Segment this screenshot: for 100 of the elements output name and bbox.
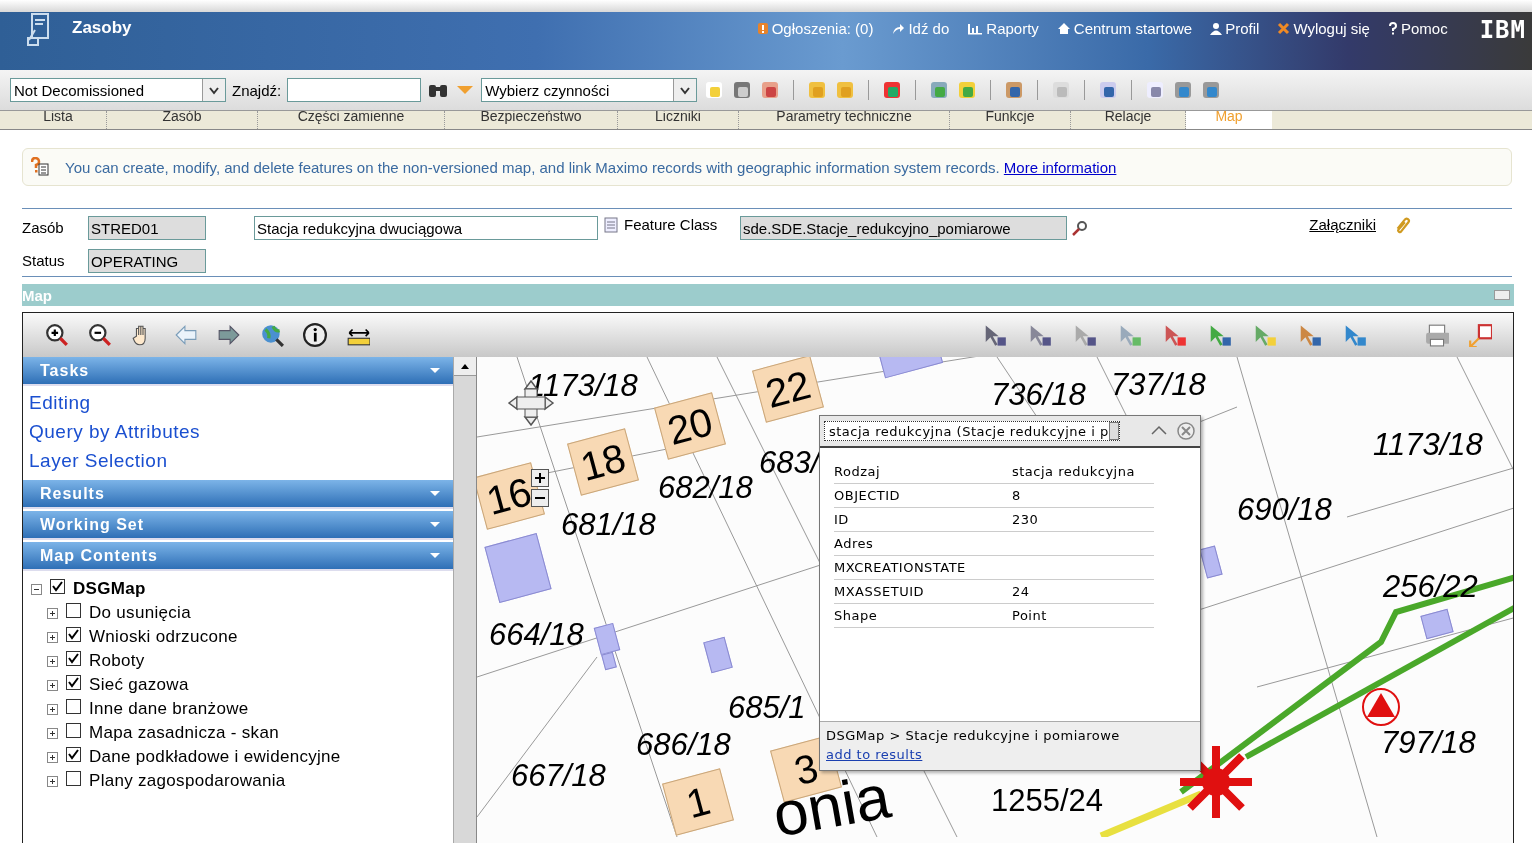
close-icon[interactable] [1176, 421, 1196, 441]
header-link[interactable]: Pomoc [1387, 20, 1448, 37]
header-link[interactable]: Raporty [967, 20, 1039, 37]
asset-field[interactable]: STRED01 [88, 216, 206, 240]
layer-label: Wnioski odrzucone [89, 627, 238, 647]
tab[interactable]: Funkcje [950, 111, 1071, 129]
layer-checkbox[interactable] [66, 674, 81, 690]
parcel-label: 683/ [759, 447, 820, 478]
parcel-label: 1173/18 [528, 370, 638, 401]
zoom-in-icon[interactable] [531, 469, 549, 487]
layer-checkbox[interactable] [50, 578, 65, 594]
parcel-label: 681/18 [561, 509, 656, 540]
help-document-icon[interactable] [31, 157, 51, 177]
layer-checkbox[interactable] [66, 650, 81, 666]
attribute-name: MXCREATIONSTATE [834, 560, 967, 575]
parcel-label: 682/18 [658, 472, 753, 503]
tab[interactable]: Części zamienne [258, 111, 445, 129]
attribute-name: Shape [834, 608, 879, 623]
status-label: Status [22, 251, 66, 269]
layer-checkbox[interactable] [66, 746, 81, 762]
expand-toggle[interactable] [47, 727, 58, 739]
building-number: 22 [752, 357, 824, 423]
person-icon[interactable] [1210, 22, 1223, 35]
chevron-down-icon[interactable] [208, 85, 220, 95]
expand-toggle[interactable] [47, 775, 58, 787]
tab[interactable]: Zasób [107, 111, 258, 129]
search-field[interactable] [287, 78, 422, 102]
feature-class-label: Feature Class [624, 216, 718, 233]
zoom-in-icon[interactable] [45, 323, 69, 347]
more-information-link[interactable]: More information [1003, 158, 1117, 176]
home-icon[interactable] [1056, 22, 1071, 35]
parcel-label: 797/18 [1381, 727, 1476, 758]
zoom-out-icon[interactable] [531, 489, 549, 507]
expand-toggle[interactable] [47, 679, 58, 691]
caret-down-icon[interactable] [429, 367, 441, 374]
layer-checkbox[interactable] [66, 626, 81, 642]
feature-select[interactable]: stacja redukcyjna (Stacje redukcyjne i p [824, 421, 1120, 441]
expand-toggle[interactable] [47, 703, 58, 715]
building-number: 20 [654, 392, 726, 460]
globe-zoom-icon[interactable] [260, 323, 284, 347]
attribute-name: OBJECTID [834, 488, 902, 503]
paperclip-icon[interactable] [1394, 216, 1412, 234]
tab[interactable]: Liczniki [618, 111, 739, 129]
task-link[interactable]: Query by Attributes [29, 421, 447, 443]
header-link[interactable]: Centrum startowe [1056, 20, 1193, 37]
caret-down-icon[interactable] [429, 521, 441, 528]
help-icon[interactable] [1387, 22, 1398, 35]
print-icon[interactable] [1425, 323, 1449, 347]
warning-marker [1362, 688, 1400, 726]
layer-checkbox[interactable] [66, 698, 81, 714]
task-link[interactable]: Layer Selection [29, 450, 447, 472]
header-link[interactable]: Wyloguj się [1277, 20, 1370, 37]
layer-label: Inne dane branżowe [89, 699, 249, 719]
parcel-label: 736/18 [991, 379, 1086, 410]
info-icon[interactable] [303, 323, 327, 347]
parcel-label: 256/22 [1383, 571, 1478, 602]
scrollbar[interactable] [453, 357, 477, 843]
attribute-value: 24 [1012, 584, 1031, 599]
caret-down-icon[interactable] [429, 490, 441, 497]
expand-toggle[interactable] [47, 631, 58, 643]
expand-toggle[interactable] [47, 751, 58, 763]
close-icon[interactable] [1277, 22, 1291, 35]
filter-select[interactable]: Not Decomissioned [10, 78, 226, 102]
back-arrow-icon[interactable] [174, 323, 198, 347]
status-field[interactable]: OPERATING [88, 249, 206, 273]
feature-class-field[interactable]: sde.SDE.Stacje_redukcyjno_pomiarowe [740, 216, 1067, 240]
zoom-out-icon[interactable] [88, 323, 112, 347]
app-title: Zasoby [72, 18, 132, 38]
tab[interactable]: Lista [10, 111, 107, 129]
layer-label: DSGMap [73, 579, 146, 599]
asset-label: Zasób [22, 218, 65, 236]
caret-down-icon[interactable] [429, 552, 441, 559]
layer-label: Sieć gazowa [89, 675, 189, 695]
parcel-label: 1255/24 [991, 785, 1104, 816]
chevron-down-icon[interactable] [679, 85, 692, 95]
search-icon[interactable] [1071, 219, 1088, 237]
expand-toggle[interactable] [47, 655, 58, 667]
arrow-icon[interactable] [891, 22, 906, 35]
attribute-name: Rodzaj [834, 464, 882, 479]
parcel-label: 1173/18 [1373, 429, 1483, 460]
forward-arrow-icon[interactable] [217, 323, 241, 347]
expand-window-icon[interactable] [1468, 323, 1492, 347]
layer-checkbox[interactable] [66, 770, 81, 786]
task-link[interactable]: Editing [29, 392, 447, 414]
layer-checkbox[interactable] [66, 602, 81, 618]
alert-icon[interactable] [756, 22, 769, 35]
scroll-up-icon[interactable] [460, 362, 470, 370]
action-select[interactable]: Wybierz czynności [481, 78, 698, 102]
description-field[interactable]: Stacja redukcyjna dwuciągowa [254, 216, 598, 240]
expand-toggle[interactable] [31, 583, 42, 595]
header-link[interactable]: Idź do [891, 20, 950, 37]
bar-chart-icon[interactable] [967, 22, 984, 35]
expand-toggle[interactable] [47, 607, 58, 619]
layer-label: Mapa zasadnicza - skan [89, 723, 279, 743]
building-number: 18 [567, 428, 639, 496]
layer-checkbox[interactable] [66, 722, 81, 738]
attachments-link[interactable]: Załączniki [1309, 216, 1376, 234]
tab[interactable]: Bezpieczeństwo [445, 111, 618, 129]
tab[interactable]: Parametry techniczne [739, 111, 950, 129]
header-link[interactable]: Profil [1210, 20, 1260, 37]
